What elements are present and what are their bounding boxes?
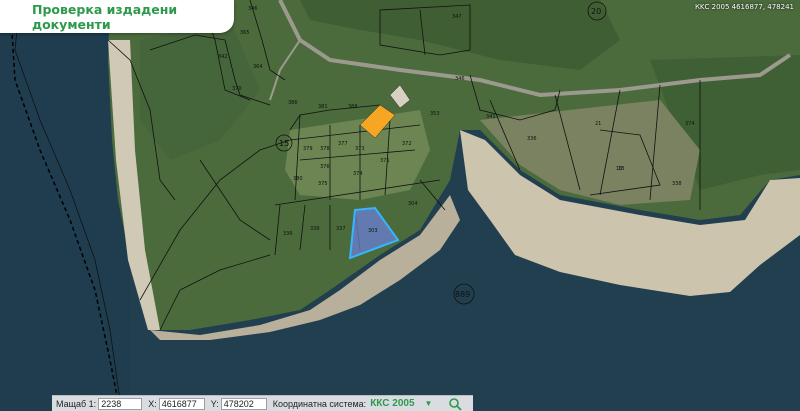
search-icon[interactable]: [446, 397, 464, 411]
coordinate-readout: КKС 2005 4616877, 478241: [694, 3, 794, 11]
parcel-number: 342: [218, 54, 228, 60]
parcel-number: 337: [336, 226, 346, 232]
sheet-number: 889: [455, 290, 470, 299]
parcel-number: 374: [685, 121, 695, 127]
parcel-number: 336: [527, 136, 537, 142]
parcel-number: 371: [380, 158, 390, 164]
coordinate-system-label: Координатна система:: [272, 398, 367, 409]
parcel-number: 376: [320, 164, 330, 170]
parcel-number: 338: [310, 226, 320, 232]
parcel-number: 370: [232, 86, 242, 92]
parcel-number: 16: [616, 166, 622, 172]
parcel-number: 353: [430, 111, 440, 117]
parcel-number: 303: [368, 228, 378, 234]
y-label: Y:: [210, 398, 219, 409]
sheet-number: 15: [279, 139, 289, 148]
parcel-number: 346: [455, 76, 465, 82]
scale-input[interactable]: 2238: [98, 397, 143, 410]
parcel-number: 379: [303, 146, 313, 152]
parcel-number: 341: [486, 114, 496, 120]
parcel-number: 365: [240, 30, 250, 36]
search-icon-glyph: [449, 397, 463, 411]
y-coordinate-input[interactable]: 478202: [220, 397, 267, 410]
parcel-number: 364: [253, 64, 263, 70]
x-coordinate-input[interactable]: 4616877: [158, 397, 205, 410]
x-label: X:: [148, 398, 157, 409]
parcel-number: 378: [320, 146, 330, 152]
parcel-number: 304: [408, 201, 418, 207]
parcel-number: 347: [452, 14, 462, 20]
parcel-number: 386: [288, 100, 298, 106]
parcel-number: 377: [338, 141, 348, 147]
panel-title-tab[interactable]: Проверка издадени документи: [0, 0, 234, 33]
parcel-number: 388: [348, 104, 358, 110]
coordinate-system-value[interactable]: ККС 2005: [370, 398, 414, 409]
parcel-number: 372: [402, 141, 412, 147]
parcel-number: 375: [318, 181, 328, 187]
parcel-number: 336: [283, 231, 293, 237]
scale-label: Мащаб 1:: [56, 398, 97, 409]
parcel-number: 381: [318, 104, 328, 110]
parcel-number: 374: [353, 171, 363, 177]
parcel-number: 380: [293, 176, 303, 182]
status-bar: Мащаб 1: 2238 X: 4616877 Y: 478202 Коорд…: [52, 395, 473, 411]
sheet-number: 20: [591, 7, 601, 16]
parcel-number: 21: [595, 121, 601, 127]
panel-title: Проверка издадени документи: [32, 1, 178, 32]
parcel-number: 346: [248, 6, 258, 12]
parcel-number: 338: [672, 181, 682, 187]
triangle-down-icon[interactable]: ▼: [425, 399, 433, 408]
parcel-number: 373: [355, 146, 365, 152]
cadastral-map[interactable]: 347 365 364 342 346 370 386 381 388 379 …: [0, 0, 800, 411]
